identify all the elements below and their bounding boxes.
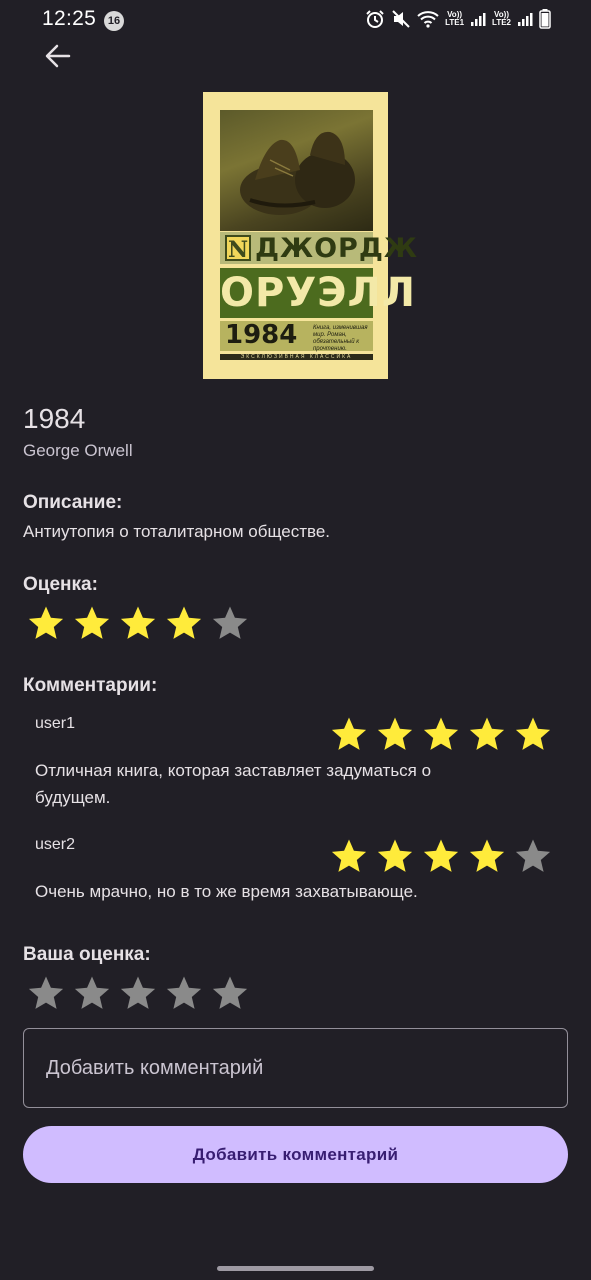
comment-text: Отличная книга, которая заставляет задум…: [35, 761, 432, 807]
alarm-icon: [365, 9, 385, 29]
cover-title: 1984: [225, 320, 298, 350]
cover-artwork: [220, 110, 373, 231]
star-filled-icon: [418, 836, 464, 876]
signal-sim1-icon: [470, 11, 486, 27]
star-empty-icon: [207, 603, 253, 643]
star-empty-icon[interactable]: [207, 973, 253, 1013]
cover-blurb: Книга, изменившая мир. Роман, обязательн…: [313, 325, 368, 352]
star-filled-icon: [372, 714, 418, 754]
book-author: George Orwell: [23, 441, 133, 460]
status-time: 12:25: [42, 7, 97, 30]
description-text: Антиутопия о тоталитарном обществе.: [23, 522, 331, 541]
star-filled-icon: [372, 836, 418, 876]
star-filled-icon: [510, 714, 556, 754]
arrow-back-icon: [45, 44, 71, 73]
cover-author-last: ОРУЭЛЛ: [220, 270, 416, 316]
comment-input[interactable]: [24, 1029, 567, 1107]
star-filled-icon: [464, 836, 510, 876]
star-empty-icon[interactable]: [161, 973, 207, 1013]
sim2-label: Vo)) LTE2: [492, 10, 511, 27]
add-comment-button[interactable]: Добавить комментарий: [23, 1126, 568, 1183]
status-icons: Vo)) LTE1 Vo)) LTE2: [365, 9, 551, 29]
your-rating-label: Ваша оценка:: [23, 944, 151, 965]
star-empty-icon[interactable]: [23, 973, 69, 1013]
battery-icon: [539, 9, 551, 29]
back-button[interactable]: [38, 40, 78, 76]
mute-icon: [391, 9, 411, 29]
star-filled-icon: [161, 603, 207, 643]
home-indicator[interactable]: [217, 1266, 374, 1271]
star-filled-icon: [23, 603, 69, 643]
sim1-label: Vo)) LTE1: [445, 10, 465, 27]
wifi-icon: [417, 10, 439, 28]
book-rating-stars: [23, 603, 253, 643]
comment-user: user2: [35, 836, 76, 853]
book-title: 1984: [23, 403, 86, 434]
star-filled-icon: [464, 714, 510, 754]
star-empty-icon[interactable]: [115, 973, 161, 1013]
comments-label: Комментарии:: [23, 675, 158, 696]
cover-author-first: ДЖОРДЖ: [255, 233, 418, 264]
star-filled-icon: [326, 836, 372, 876]
star-filled-icon: [69, 603, 115, 643]
comment-input-field[interactable]: [23, 1028, 568, 1108]
comment-rating-stars: [326, 714, 556, 754]
rating-label: Оценка:: [23, 574, 98, 595]
star-filled-icon: [115, 603, 161, 643]
comment-rating-stars: [326, 836, 556, 876]
book-cover-image: N ДЖОРДЖ ОРУЭЛЛ 1984 Книга, изменившая м…: [203, 92, 417, 379]
description-label: Описание:: [23, 492, 123, 513]
star-empty-icon: [510, 836, 556, 876]
add-comment-button-label: Добавить комментарий: [192, 1144, 399, 1164]
comment-text: Очень мрачно, но в то же время захватыва…: [35, 882, 418, 901]
cover-series-name: ЭКСКЛЮЗИВНАЯ КЛАССИКА: [220, 354, 373, 360]
notification-count-badge: 16: [104, 11, 124, 31]
star-empty-icon[interactable]: [69, 973, 115, 1013]
comment-user: user1: [35, 715, 76, 732]
cover-series-logo: N: [225, 235, 251, 263]
star-filled-icon: [326, 714, 372, 754]
your-rating-stars[interactable]: [23, 973, 253, 1013]
star-filled-icon: [418, 714, 464, 754]
status-bar: 12:25 16 Vo)) LTE1 Vo)) LTE2: [0, 0, 591, 42]
signal-sim2-icon: [517, 11, 533, 27]
